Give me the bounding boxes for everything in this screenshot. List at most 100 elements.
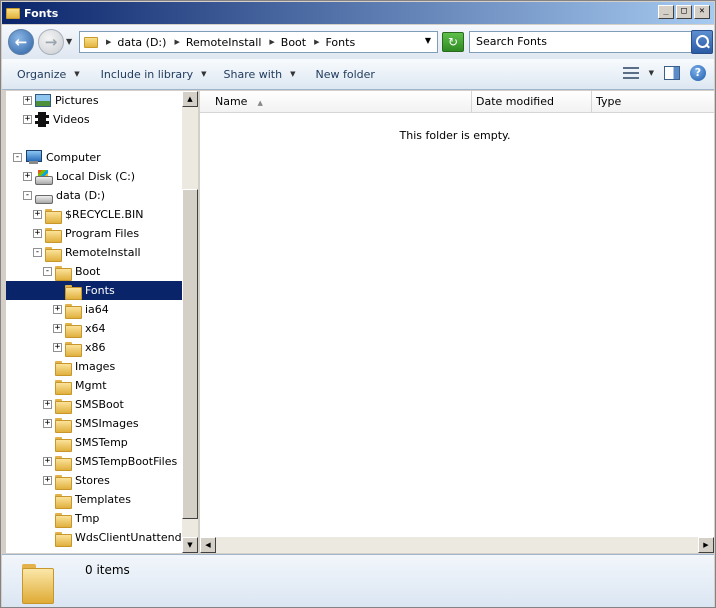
chevron-right-icon[interactable]: ▶ [269,38,274,46]
tree-item-data-drive[interactable]: data (D:) [35,186,105,205]
new-folder-button[interactable]: New folder [315,68,374,81]
tree-item-smstempbootfiles[interactable]: SMSTempBootFiles [55,452,177,471]
tree-item-templates[interactable]: Templates [55,490,131,509]
tree-item-x64[interactable]: x64 [65,319,106,338]
tree-item-tmp[interactable]: Tmp [55,509,99,528]
tree-item-label: Images [75,360,116,373]
chevron-down-icon[interactable]: ▼ [649,69,654,77]
tree-item-mgmt[interactable]: Mgmt [55,376,107,395]
change-view-icon[interactable] [622,67,639,79]
include-in-library-menu[interactable]: Include in library ▼ [101,68,207,81]
expand-icon[interactable]: + [33,210,42,219]
scroll-down-button[interactable]: ▼ [182,537,198,553]
tree-item-ia64[interactable]: ia64 [65,300,109,319]
tree-item-x86[interactable]: x86 [65,338,106,357]
expand-icon[interactable]: + [23,172,32,181]
refresh-button[interactable]: ↻ [442,32,464,52]
tree-item-remoteinstall[interactable]: RemoteInstall [45,243,141,262]
organize-menu[interactable]: Organize ▼ [17,68,80,81]
tree-item-label: Templates [75,493,131,506]
column-header-label: Name [215,95,248,108]
tree-item-computer[interactable]: Computer [25,148,101,167]
expand-icon[interactable]: + [43,400,52,409]
recent-pages-dropdown-icon[interactable]: ▼ [66,37,72,46]
collapse-icon[interactable]: - [13,153,22,162]
tree-item-smstemp[interactable]: SMSTemp [55,433,128,452]
preview-pane-icon[interactable] [664,66,680,80]
chevron-right-icon[interactable]: ▶ [314,38,319,46]
help-icon[interactable]: ? [690,65,706,81]
title-bar[interactable]: Fonts _ □ ✕ [2,2,714,24]
column-header-date-modified[interactable]: Date modified [472,91,592,113]
title-controls: _ □ ✕ [658,5,710,19]
chevron-right-icon[interactable]: ▶ [174,38,179,46]
collapse-icon[interactable]: - [33,248,42,257]
column-headers: Name ▲ Date modified Type [200,91,714,113]
forward-button[interactable]: → [38,29,64,55]
tree-item-label: Tmp [75,512,100,525]
maximize-button[interactable]: □ [676,5,692,19]
chevron-down-icon: ▼ [290,70,296,78]
folder-icon [55,359,72,376]
chevron-right-icon[interactable]: ▶ [106,38,111,46]
collapse-icon[interactable]: - [23,191,32,200]
tree-item-videos[interactable]: Videos [35,110,90,129]
tree-item-wdsclientunattend[interactable]: WdsClientUnattend [55,528,182,547]
folder-icon [55,378,72,395]
expand-icon[interactable]: + [43,419,52,428]
tree-item-pictures[interactable]: Pictures [35,91,99,110]
expand-icon[interactable]: + [23,96,32,105]
tree-item-images[interactable]: Images [55,357,115,376]
tree-item-program-files[interactable]: Program Files [45,224,139,243]
expand-icon[interactable]: + [43,476,52,485]
folder-icon [55,473,72,490]
tree-item-label: Computer [46,151,101,164]
share-with-menu[interactable]: Share with ▼ [224,68,296,81]
breadcrumb-data-drive[interactable]: data (D:) [117,36,166,49]
search-input[interactable]: Search Fonts [469,31,693,53]
folder-icon [65,283,82,300]
tree-item-local-disk[interactable]: Local Disk (C:) [35,167,135,186]
address-bar[interactable]: ▶ data (D:) ▶ RemoteInstall ▶ Boot ▶ Fon… [79,31,438,53]
navigation-scrollbar[interactable]: ▲ ▼ [182,91,198,553]
search-icon[interactable] [691,30,713,54]
scroll-up-button[interactable]: ▲ [182,91,198,107]
breadcrumb-remoteinstall[interactable]: RemoteInstall [186,36,262,49]
empty-folder-message: This folder is empty. [399,129,511,142]
include-in-library-label: Include in library [100,67,194,81]
back-button[interactable]: ← [8,29,34,55]
tree-item-stores[interactable]: Stores [55,471,110,490]
column-header-name[interactable]: Name ▲ [200,91,472,113]
expand-icon[interactable]: + [53,305,62,314]
breadcrumb-fonts[interactable]: Fonts [326,36,356,49]
scroll-right-button[interactable]: ▶ [698,537,714,553]
expand-icon[interactable]: + [43,457,52,466]
tree-item-boot[interactable]: Boot [55,262,100,281]
address-history-dropdown-icon[interactable]: ▼ [425,36,431,45]
command-bar: Organize ▼ Include in library ▼ Share with… [2,59,714,90]
horizontal-scrollbar[interactable]: ◀ ▶ [200,537,714,553]
folder-icon [55,492,72,509]
system-drive-icon [35,169,53,185]
scroll-thumb[interactable] [182,189,198,519]
folder-icon [45,245,62,262]
tree-item-smsboot[interactable]: SMSBoot [55,395,124,414]
breadcrumb-boot[interactable]: Boot [281,36,306,49]
navigation-pane[interactable]: Pictures + Videos + Computer - Local Dis… [6,91,182,553]
expand-icon[interactable]: + [23,115,32,124]
close-button[interactable]: ✕ [694,5,710,19]
collapse-icon[interactable]: - [43,267,52,276]
expand-icon[interactable]: + [53,343,62,352]
tree-item-label: Program Files [65,227,140,240]
tree-item-label: SMSTemp [75,436,128,449]
tree-item-recycle-bin[interactable]: $RECYCLE.BIN [45,205,143,224]
column-header-type[interactable]: Type [592,91,714,113]
folder-icon [84,36,98,48]
expand-icon[interactable]: + [33,229,42,238]
minimize-button[interactable]: _ [658,5,674,19]
expand-icon[interactable]: + [53,324,62,333]
scroll-left-button[interactable]: ◀ [200,537,216,553]
file-list-pane[interactable]: Name ▲ Date modified Type This folder is … [200,91,714,553]
tree-item-smsimages[interactable]: SMSImages [55,414,139,433]
tree-item-fonts[interactable]: Fonts [6,281,182,300]
